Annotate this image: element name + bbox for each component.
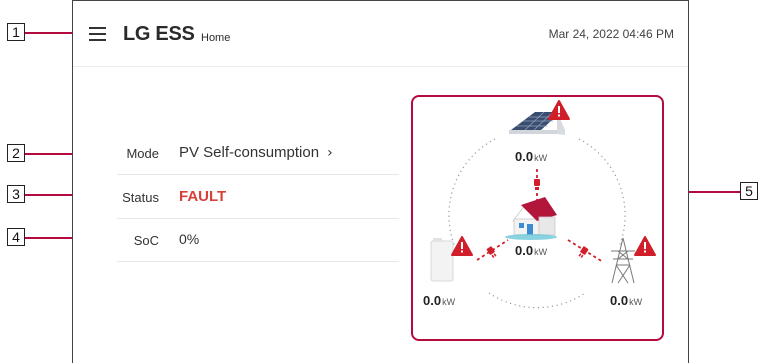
datetime-label: Mar 24, 2022 04:46 PM — [548, 27, 674, 41]
grid-tower-icon — [611, 237, 635, 284]
battery-power-value: 0.0 — [423, 293, 442, 308]
callout-1: 1 — [7, 23, 25, 41]
status-row: Status FAULT — [117, 175, 399, 219]
brand-logo: LG ESS — [123, 23, 195, 45]
battery-icon — [430, 238, 454, 282]
warning-icon-grid — [634, 236, 656, 256]
soc-row: SoC 0% — [117, 218, 399, 262]
battery-power-reading: 0.0kW — [423, 293, 455, 308]
page-title: Home — [201, 32, 231, 44]
mode-label: Mode — [126, 146, 159, 161]
top-bar: LG ESS Home Mar 24, 2022 04:46 PM — [73, 1, 688, 67]
home-power-reading: 0.0kW — [515, 243, 547, 258]
house-icon — [505, 197, 557, 240]
battery-power-unit: kW — [442, 297, 456, 307]
app-screen: LG ESS Home Mar 24, 2022 04:46 PM Mode P… — [72, 0, 689, 363]
callout-5: 5 — [740, 182, 758, 200]
chevron-right-icon[interactable]: › — [327, 145, 333, 161]
energy-flow-panel[interactable]: 0.0kW 0.0kW 0.0kW 0.0kW — [411, 95, 664, 341]
callout-1-line — [25, 32, 77, 34]
pv-power-reading: 0.0kW — [515, 149, 547, 164]
grid-power-reading: 0.0kW — [610, 293, 642, 308]
grid-power-unit: kW — [629, 297, 643, 307]
mode-value: PV Self-consumption — [179, 144, 320, 161]
warning-icon — [548, 100, 570, 120]
status-value: FAULT — [179, 188, 227, 205]
callout-4: 4 — [7, 228, 25, 246]
status-label: Status — [122, 190, 159, 205]
soc-label: SoC — [133, 233, 159, 248]
pv-power-value: 0.0 — [515, 149, 534, 164]
callout-3: 3 — [7, 185, 25, 203]
warning-icon-battery — [451, 236, 473, 256]
mode-value-wrap: PV Self-consumption › — [179, 144, 333, 161]
home-power-unit: kW — [534, 247, 548, 257]
home-power-value: 0.0 — [515, 243, 534, 258]
soc-value: 0% — [179, 231, 200, 247]
pv-power-unit: kW — [534, 153, 548, 163]
mode-row[interactable]: Mode PV Self-consumption › — [117, 131, 399, 175]
menu-icon[interactable] — [89, 27, 106, 41]
callout-2: 2 — [7, 144, 25, 162]
grid-power-value: 0.0 — [610, 293, 629, 308]
